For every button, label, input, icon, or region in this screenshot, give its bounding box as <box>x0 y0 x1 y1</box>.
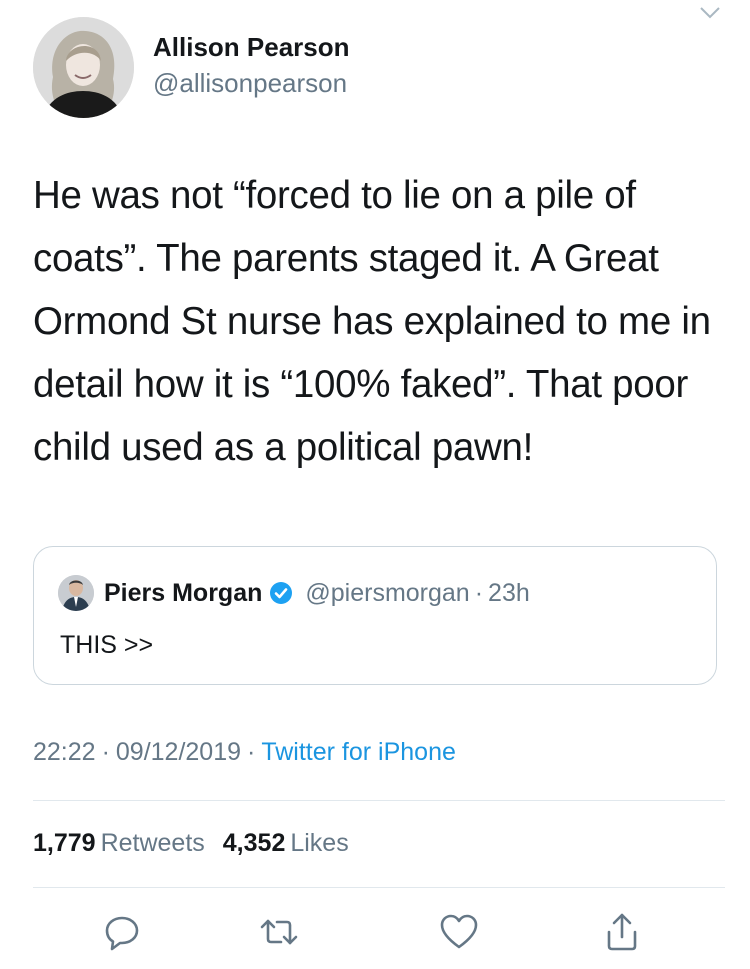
likes-count: 4,352 <box>222 829 286 857</box>
quoted-tweet[interactable]: Piers Morgan @piersmorgan · 23h THIS >> <box>33 546 717 685</box>
verified-badge-icon <box>270 582 293 604</box>
divider <box>33 800 725 801</box>
likes-stat[interactable]: 4,352 Likes <box>223 829 349 857</box>
likes-label: Likes <box>290 829 349 857</box>
heart-icon[interactable] <box>437 910 481 954</box>
chevron-down-icon[interactable] <box>698 2 722 22</box>
tweet-date: 09/12/2019 <box>115 738 242 766</box>
retweets-label: Retweets <box>100 829 205 857</box>
quoted-timestamp: 23h <box>488 578 530 607</box>
author-name[interactable]: Allison Pearson <box>153 30 350 64</box>
quoted-separator: · <box>474 578 484 607</box>
retweets-count: 1,779 <box>33 829 96 857</box>
author-handle[interactable]: @allisonpearson <box>153 66 350 100</box>
retweets-stat[interactable]: 1,779 Retweets <box>33 829 205 857</box>
meta-separator: · <box>247 738 256 766</box>
share-icon[interactable] <box>600 910 644 954</box>
tweet-stats: 1,779 Retweets 4,352 Likes <box>33 829 349 858</box>
divider <box>33 887 725 888</box>
retweet-icon[interactable] <box>257 910 301 954</box>
tweet-header: Allison Pearson @allisonpearson <box>33 17 350 118</box>
tweet-source-link[interactable]: Twitter for iPhone <box>261 738 456 766</box>
quoted-avatar <box>58 575 94 611</box>
meta-separator: · <box>101 738 110 766</box>
quoted-author-handle: @piersmorgan <box>305 578 470 607</box>
tweet-meta: 22:22 · 09/12/2019 · Twitter for iPhone <box>33 738 456 767</box>
tweet-time: 22:22 <box>33 738 96 766</box>
tweet-text: He was not “forced to lie on a pile of c… <box>33 174 711 469</box>
action-bar <box>0 910 750 960</box>
avatar[interactable] <box>33 17 134 118</box>
quoted-text: THIS >> <box>60 631 154 659</box>
reply-icon[interactable] <box>100 910 144 954</box>
quoted-author-name: Piers Morgan <box>104 578 263 607</box>
